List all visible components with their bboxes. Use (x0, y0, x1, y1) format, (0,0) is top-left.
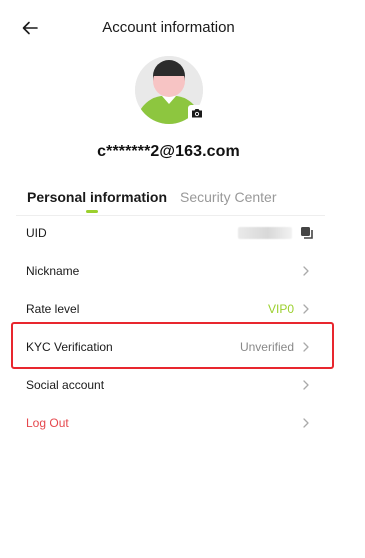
kyc-status-value: Unverified (239, 340, 294, 354)
chevron-right-icon (303, 380, 309, 390)
log-out-row[interactable]: Log Out (0, 404, 337, 442)
rate-level-label: Rate level (26, 302, 80, 316)
chevron-right-icon (303, 266, 309, 276)
rate-level-value: VIP0 (267, 302, 294, 316)
nickname-row[interactable]: Nickname (0, 252, 337, 290)
avatar-container[interactable] (135, 56, 206, 124)
camera-icon (192, 109, 202, 118)
social-account-label: Social account (26, 378, 105, 392)
rate-level-row[interactable]: Rate level VIP0 (0, 290, 337, 328)
account-email: c*******2@163.com (97, 143, 240, 160)
chevron-right-icon (303, 304, 309, 314)
tab-personal-information[interactable]: Personal information (27, 189, 167, 205)
kyc-verification-row[interactable]: KYC Verification Unverified (0, 328, 337, 366)
uid-label: UID (26, 226, 47, 240)
chevron-right-icon (303, 342, 309, 352)
header: Account information (0, 0, 365, 56)
copy-icon[interactable] (300, 226, 314, 240)
active-tab-indicator (86, 210, 98, 213)
tab-security-center[interactable]: Security Center (180, 189, 276, 205)
uid-value-redacted (238, 227, 292, 239)
kyc-verification-label: KYC Verification (26, 340, 113, 354)
tab-bar: Personal information Security Center (0, 186, 337, 216)
change-avatar-button[interactable] (188, 105, 206, 121)
chevron-right-icon (303, 418, 309, 428)
social-account-row[interactable]: Social account (0, 366, 337, 404)
log-out-label: Log Out (26, 416, 69, 430)
uid-row: UID (0, 214, 337, 252)
nickname-label: Nickname (26, 264, 80, 278)
page-title: Account information (102, 19, 235, 36)
